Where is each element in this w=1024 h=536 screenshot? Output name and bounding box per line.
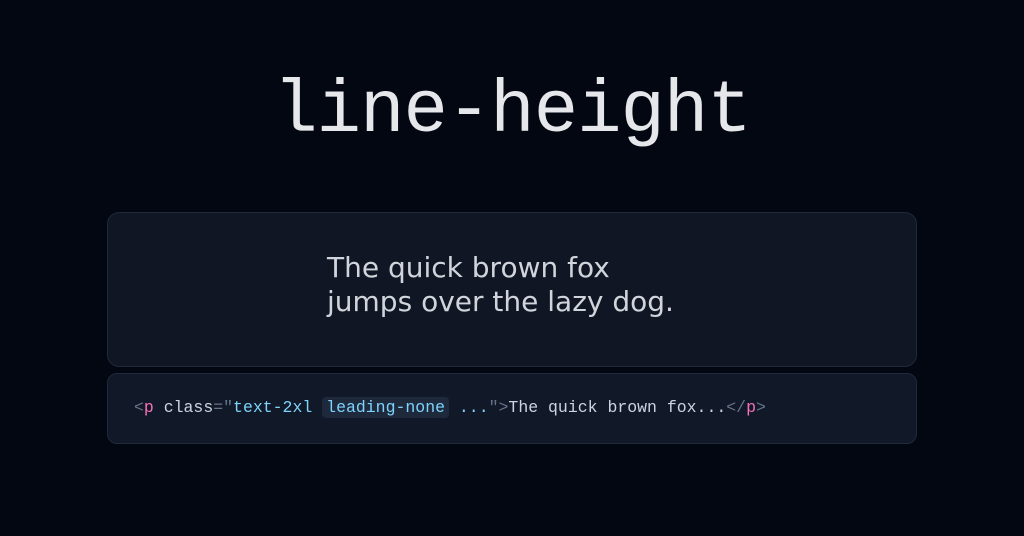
- code-token: [154, 398, 164, 417]
- code-token: <: [134, 398, 144, 417]
- code-token: class: [164, 398, 214, 417]
- preview-text: The quick brown fox jumps over the lazy …: [327, 251, 697, 318]
- example-panel: The quick brown fox jumps over the lazy …: [107, 212, 917, 444]
- code-token: p: [144, 398, 154, 417]
- code-token: ": [489, 398, 499, 417]
- code-token: [312, 398, 322, 417]
- page-title: line-height: [273, 70, 750, 154]
- preview-line-1: The quick brown fox: [327, 251, 610, 284]
- code-token: =: [213, 398, 223, 417]
- code-token: text-2xl: [233, 398, 312, 417]
- code-token: >: [499, 398, 509, 417]
- code-token: >: [756, 398, 766, 417]
- code-token: ...: [449, 398, 489, 417]
- preview-line-2: jumps over the lazy dog.: [327, 285, 674, 318]
- code-token-highlight: leading-none: [322, 397, 449, 418]
- code-token: </: [726, 398, 746, 417]
- code-token: p: [746, 398, 756, 417]
- preview-box: The quick brown fox jumps over the lazy …: [107, 212, 917, 367]
- code-token: ": [223, 398, 233, 417]
- code-token: The quick brown fox...: [508, 398, 726, 417]
- code-box: <p class="text-2xl leading-none ...">The…: [107, 373, 917, 444]
